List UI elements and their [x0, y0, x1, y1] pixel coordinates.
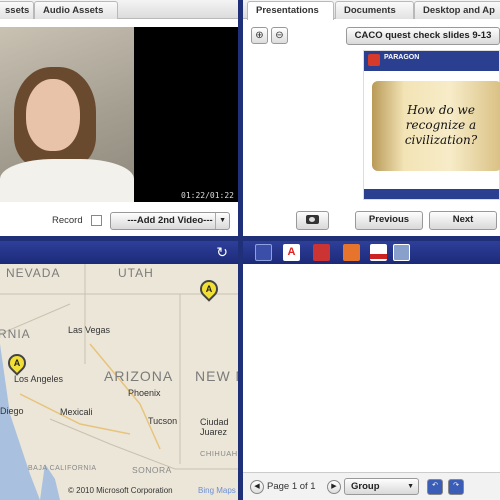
- copy-icon[interactable]: [393, 244, 410, 261]
- adobe-icon[interactable]: A: [283, 244, 300, 261]
- map-city-ciudad-juarez: Ciudad Juarez: [200, 417, 229, 437]
- tab-presentations[interactable]: Presentations: [247, 1, 334, 20]
- map-header: ↻: [0, 241, 238, 264]
- presentation-slide: PARAGON How do we recognize a civilizati…: [363, 50, 500, 200]
- map-city-los-angeles: Los Angeles: [14, 374, 64, 384]
- refresh-icon[interactable]: ↻: [216, 244, 228, 261]
- next-button[interactable]: Next: [429, 211, 497, 230]
- chevron-down-icon: ▼: [215, 213, 226, 229]
- slide-title-button[interactable]: CACO quest check slides 9-13: [346, 27, 500, 45]
- undo-icon[interactable]: ↶: [427, 479, 443, 495]
- files-panel: A ◀ Page 1 of 1 ▶ Group ▼ ↶ ↷: [243, 241, 500, 500]
- page-indicator: Page 1 of 1: [267, 481, 316, 492]
- record-row: Record ---Add 2nd Video--- ▼: [0, 209, 238, 231]
- slides-icon[interactable]: [343, 244, 360, 261]
- map-city-san-diego: Diego: [0, 406, 24, 416]
- pdf-icon[interactable]: [370, 244, 387, 261]
- tab-documents[interactable]: Documents: [335, 1, 414, 19]
- files-toolbar: A: [243, 241, 500, 264]
- map-city-tucson: Tucson: [148, 416, 178, 426]
- map-pin-label: A: [13, 358, 21, 368]
- record-checkbox[interactable]: [91, 215, 102, 226]
- blank-doc-icon[interactable]: [255, 244, 272, 261]
- zoom-out-icon[interactable]: ⊖: [271, 27, 288, 44]
- slide-question-text: How do we recognize a civilization?: [404, 103, 478, 147]
- map-label-new-mexico: NEW M: [195, 368, 238, 384]
- map-copyright: © 2010 Microsoft Corporation: [68, 486, 173, 495]
- previous-page-icon[interactable]: ◀: [250, 480, 264, 494]
- tab-audio-assets[interactable]: Audio Assets: [34, 1, 118, 19]
- group-dropdown[interactable]: Group ▼: [344, 478, 419, 495]
- files-footer: ◀ Page 1 of 1 ▶ Group ▼ ↶ ↷: [243, 472, 500, 500]
- map-city-las-vegas: Las Vegas: [68, 325, 111, 335]
- map-label-chihuahua: CHIHUAHUA: [200, 449, 238, 458]
- group-label: Group: [351, 481, 380, 492]
- zoom-in-icon[interactable]: ⊕: [251, 27, 268, 44]
- paragon-logo-icon: [368, 54, 380, 66]
- tab-assets[interactable]: ssets: [0, 1, 34, 19]
- map-label-baja-california: BAJA CALIFORNIA: [28, 465, 97, 472]
- redo-icon[interactable]: ↷: [448, 479, 464, 495]
- video-feed-image: [0, 27, 134, 202]
- map-city-mexicali: Mexicali: [60, 407, 93, 417]
- bing-maps-logo[interactable]: Bing Maps: [198, 486, 236, 495]
- presentation-panel: Presentations Documents Desktop and Ap ⊕…: [243, 0, 500, 236]
- video-timestamp: 01:22/01:22: [181, 191, 234, 200]
- map-label-arizona: ARIZONA: [104, 368, 174, 384]
- map-label-sonora: SONORA: [132, 465, 172, 475]
- add-video-label: ---Add 2nd Video---: [127, 215, 213, 226]
- record-label: Record: [52, 215, 83, 226]
- video-player[interactable]: 01:22/01:22: [0, 27, 238, 202]
- slide-brand: PARAGON: [384, 54, 420, 61]
- chevron-down-icon: ▼: [407, 483, 414, 490]
- film-icon[interactable]: [313, 244, 330, 261]
- slide-header-bar: PARAGON: [364, 51, 499, 71]
- map-label-california: RNIA: [0, 327, 31, 341]
- presentation-tabstrip: Presentations Documents Desktop and Ap: [243, 0, 500, 20]
- map-city-phoenix: Phoenix: [128, 388, 161, 398]
- map-panel: ↻ NEVADA UTAH ARIZONA NEW M RNIA SONORA …: [0, 241, 238, 500]
- slide-footer-bar: [364, 189, 499, 199]
- next-page-icon[interactable]: ▶: [327, 480, 341, 494]
- previous-button[interactable]: Previous: [355, 211, 423, 230]
- add-2nd-video-dropdown[interactable]: ---Add 2nd Video--- ▼: [110, 212, 230, 230]
- camera-icon[interactable]: [296, 211, 329, 230]
- map-label-utah: UTAH: [118, 266, 154, 280]
- map-pin-label: A: [205, 284, 213, 294]
- map-label-nevada: NEVADA: [6, 266, 61, 280]
- video-panel: ssets Audio Assets 01:22/01:22 Record --…: [0, 0, 238, 236]
- map-canvas[interactable]: NEVADA UTAH ARIZONA NEW M RNIA SONORA BA…: [0, 264, 238, 500]
- video-tabstrip: ssets Audio Assets: [0, 0, 238, 19]
- tab-desktop-and-apps[interactable]: Desktop and Ap: [414, 1, 500, 19]
